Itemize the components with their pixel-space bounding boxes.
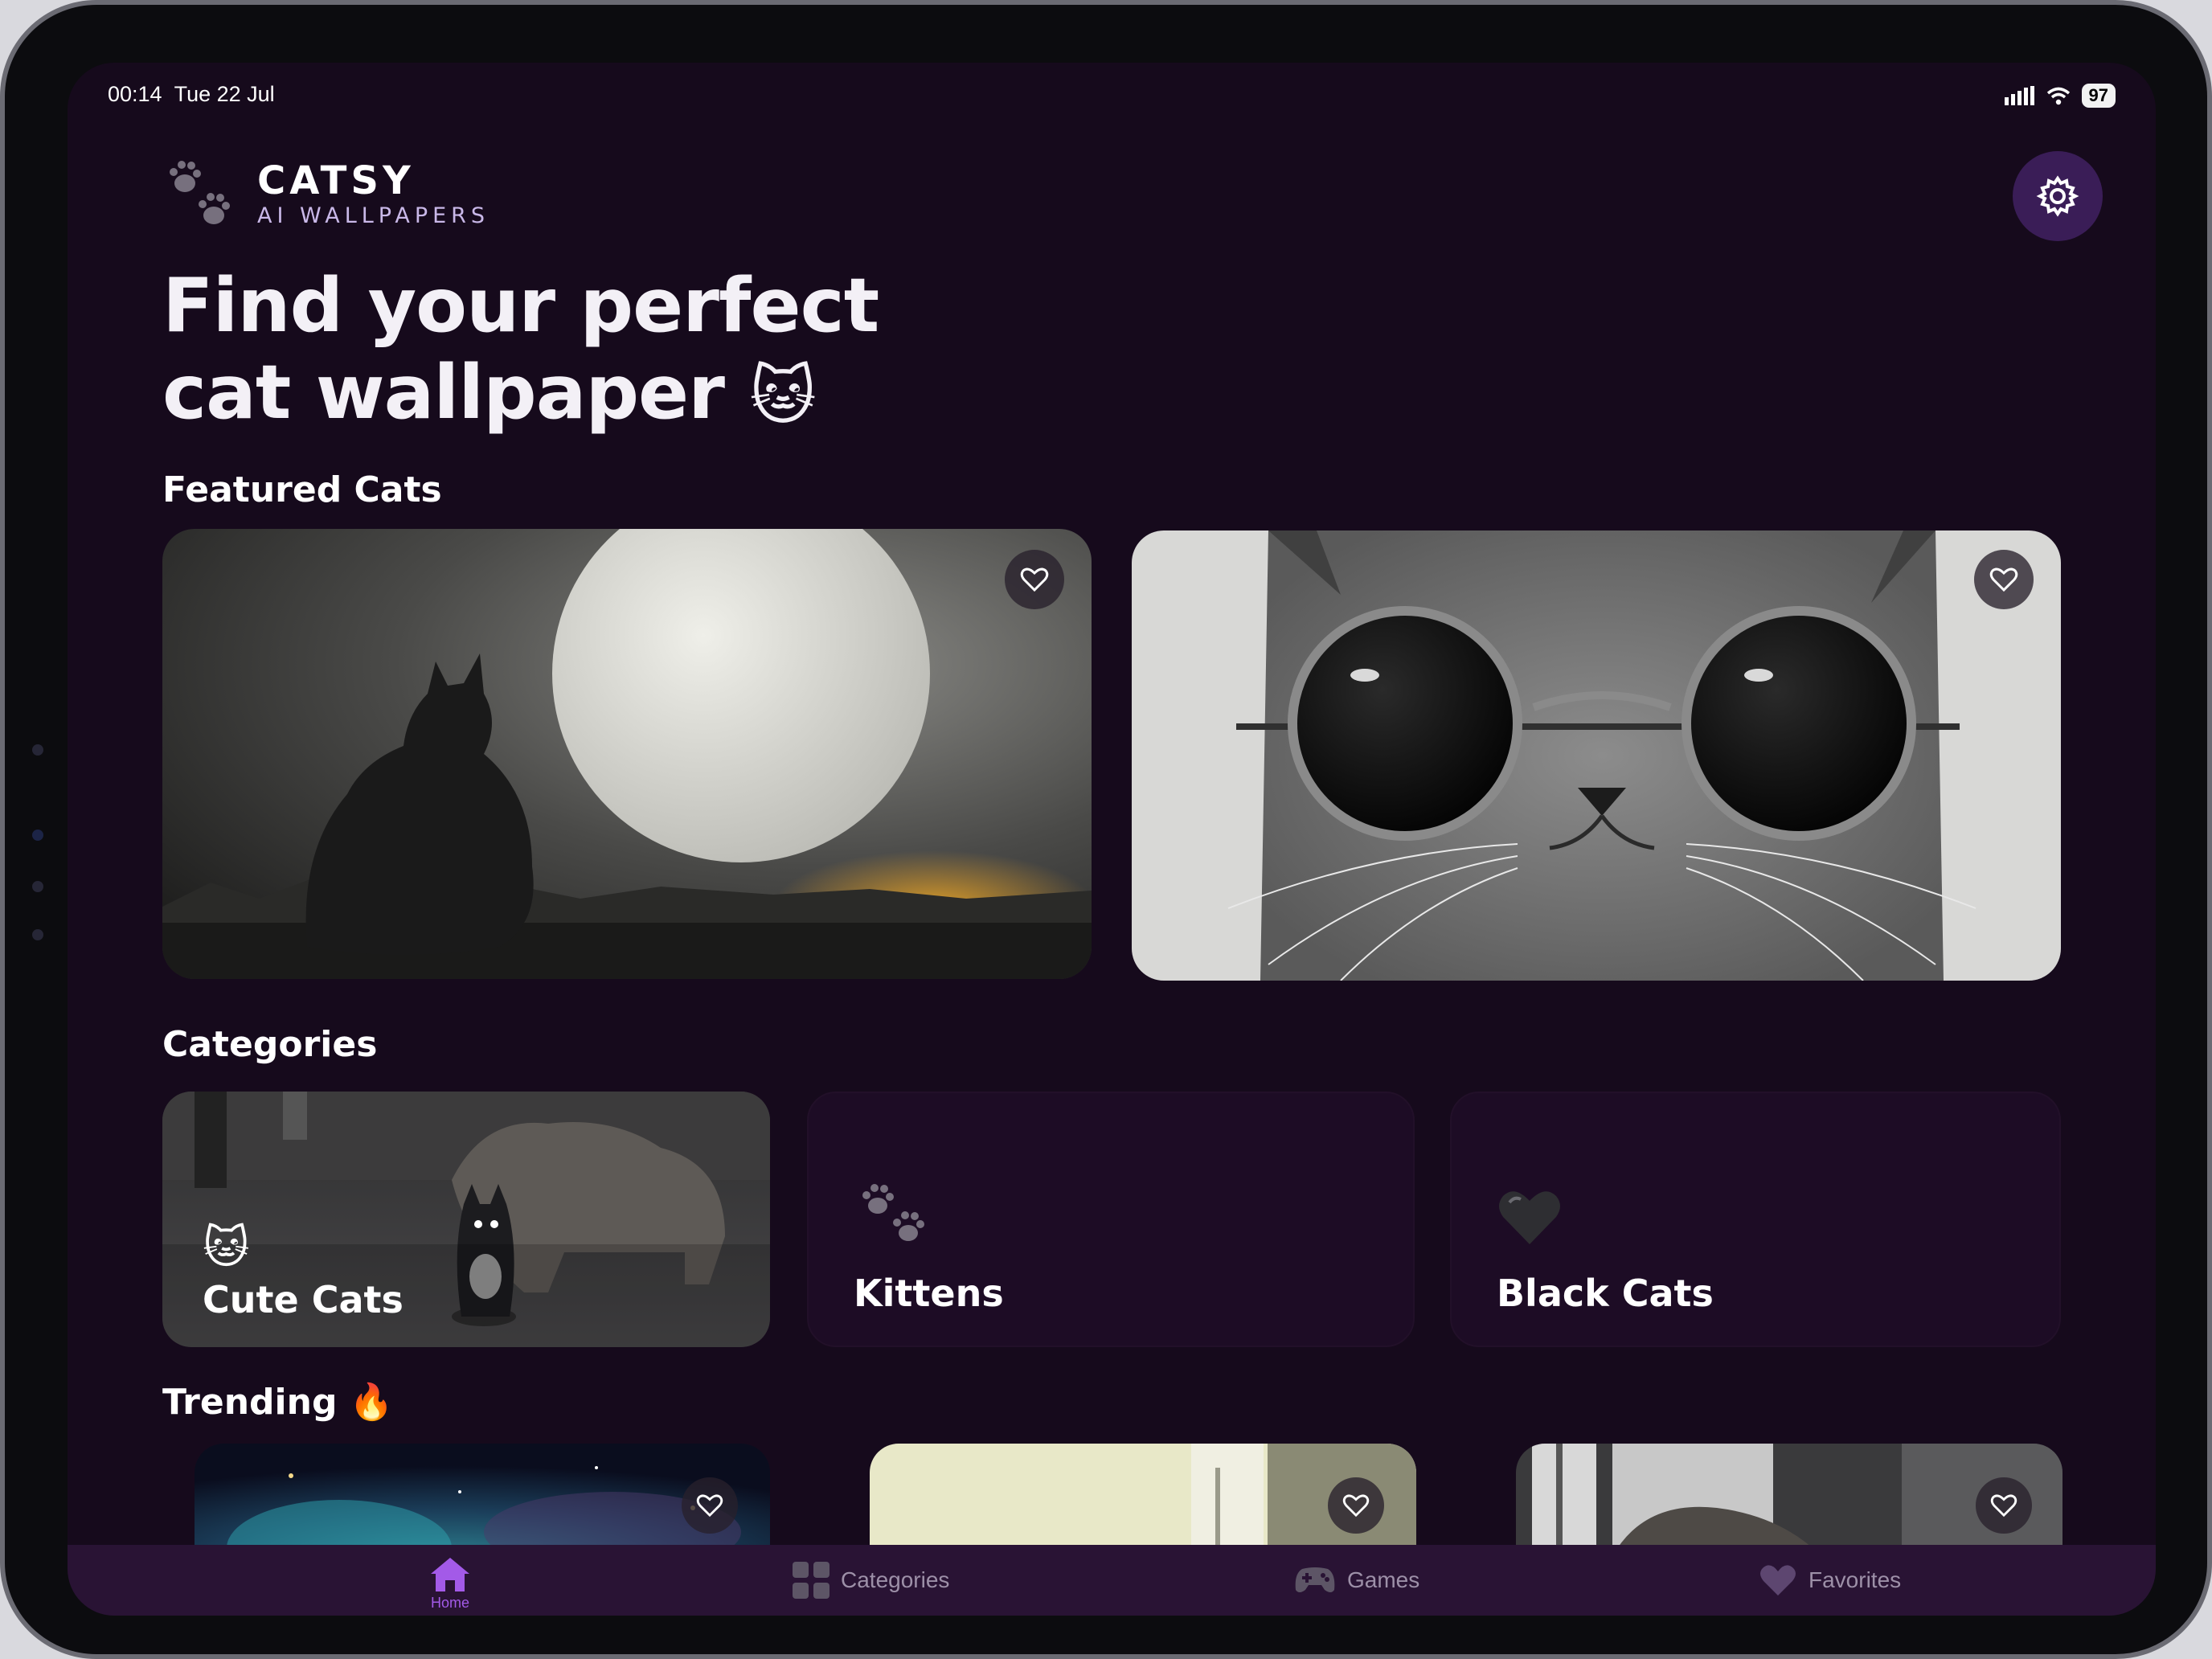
categories-section-title: Categories bbox=[162, 1024, 378, 1065]
paw-prints-icon bbox=[170, 161, 230, 224]
brand-subtitle: AI WALLPAPERS bbox=[257, 203, 490, 228]
side-button bbox=[32, 929, 43, 940]
wifi-icon bbox=[2046, 87, 2070, 105]
side-button bbox=[32, 744, 43, 756]
trending-card-galaxy[interactable] bbox=[195, 1444, 770, 1556]
brand-name: CATSY bbox=[257, 158, 415, 203]
tab-label: Categories bbox=[841, 1567, 950, 1592]
tab-bar: Home Categories Games Favorites bbox=[68, 1545, 2156, 1616]
tab-categories[interactable]: Categories bbox=[793, 1545, 949, 1616]
favorite-button[interactable] bbox=[1328, 1477, 1384, 1534]
favorite-button[interactable] bbox=[1974, 550, 2034, 609]
status-bar: 00:14 Tue 22 Jul 97 bbox=[108, 82, 2116, 114]
category-label: Kittens bbox=[854, 1272, 1004, 1315]
fire-icon: 🔥 bbox=[349, 1382, 394, 1423]
favorite-button[interactable] bbox=[682, 1477, 738, 1534]
trending-section-title: Trending 🔥 bbox=[162, 1382, 394, 1423]
tab-home[interactable]: Home bbox=[397, 1545, 494, 1616]
heart-outline-icon bbox=[1020, 567, 1049, 592]
side-button bbox=[32, 881, 43, 892]
tab-favorites[interactable]: Favorites bbox=[1759, 1545, 1901, 1616]
featured-card-sunglasses-cat[interactable] bbox=[1132, 530, 2061, 981]
cat-emoji-icon: 🐱 bbox=[203, 1222, 250, 1274]
tab-games[interactable]: Games bbox=[1294, 1545, 1419, 1616]
black-heart-icon bbox=[1499, 1191, 1560, 1244]
trending-card-window-cat[interactable] bbox=[1516, 1444, 2062, 1556]
category-card-cute-cats[interactable]: 🐱 Cute Cats bbox=[162, 1092, 770, 1347]
tab-label: Home bbox=[431, 1595, 470, 1611]
heart-outline-icon bbox=[696, 1494, 723, 1518]
sunglasses-cat-image bbox=[1132, 530, 2061, 981]
favorite-button[interactable] bbox=[1005, 550, 1064, 609]
app-screen: 00:14 Tue 22 Jul 97 CATSY AI WALLPAPERS … bbox=[68, 63, 2156, 1616]
tab-label: Favorites bbox=[1809, 1567, 1902, 1592]
heart-outline-icon bbox=[1989, 567, 2018, 592]
category-card-black-cats[interactable]: Black Cats bbox=[1450, 1092, 2061, 1347]
heart-icon bbox=[1760, 1565, 1796, 1596]
ipad-frame: 00:14 Tue 22 Jul 97 CATSY AI WALLPAPERS … bbox=[0, 0, 2212, 1659]
trending-card-door[interactable] bbox=[870, 1444, 1416, 1556]
signal-icon bbox=[2004, 86, 2034, 105]
status-time: 00:14 bbox=[108, 82, 162, 106]
gamepad-icon bbox=[1295, 1567, 1335, 1592]
moon-cat-image bbox=[162, 529, 1092, 979]
gear-icon bbox=[2036, 175, 2079, 217]
brand: CATSY AI WALLPAPERS bbox=[162, 158, 490, 231]
featured-card-moon-cat[interactable] bbox=[162, 529, 1092, 979]
category-label: Cute Cats bbox=[203, 1278, 403, 1321]
featured-section-title: Featured Cats bbox=[162, 469, 442, 510]
category-card-kittens[interactable]: Kittens bbox=[807, 1092, 1415, 1347]
paw-prints-icon bbox=[862, 1184, 924, 1241]
status-date: Tue 22 Jul bbox=[174, 82, 275, 106]
heart-outline-icon bbox=[1342, 1494, 1370, 1518]
hero-title: Find your perfect cat wallpaper 🐱 bbox=[162, 262, 879, 436]
category-label: Black Cats bbox=[1497, 1272, 1714, 1315]
cat-emoji-icon: 🐱 bbox=[749, 358, 816, 433]
heart-outline-icon bbox=[1990, 1494, 2017, 1518]
home-icon bbox=[431, 1558, 469, 1591]
favorite-button[interactable] bbox=[1976, 1477, 2032, 1534]
tab-label: Games bbox=[1347, 1567, 1420, 1592]
battery-indicator: 97 bbox=[2081, 84, 2116, 108]
grid-icon bbox=[793, 1562, 830, 1599]
settings-button[interactable] bbox=[2013, 151, 2103, 241]
side-button bbox=[32, 830, 43, 841]
